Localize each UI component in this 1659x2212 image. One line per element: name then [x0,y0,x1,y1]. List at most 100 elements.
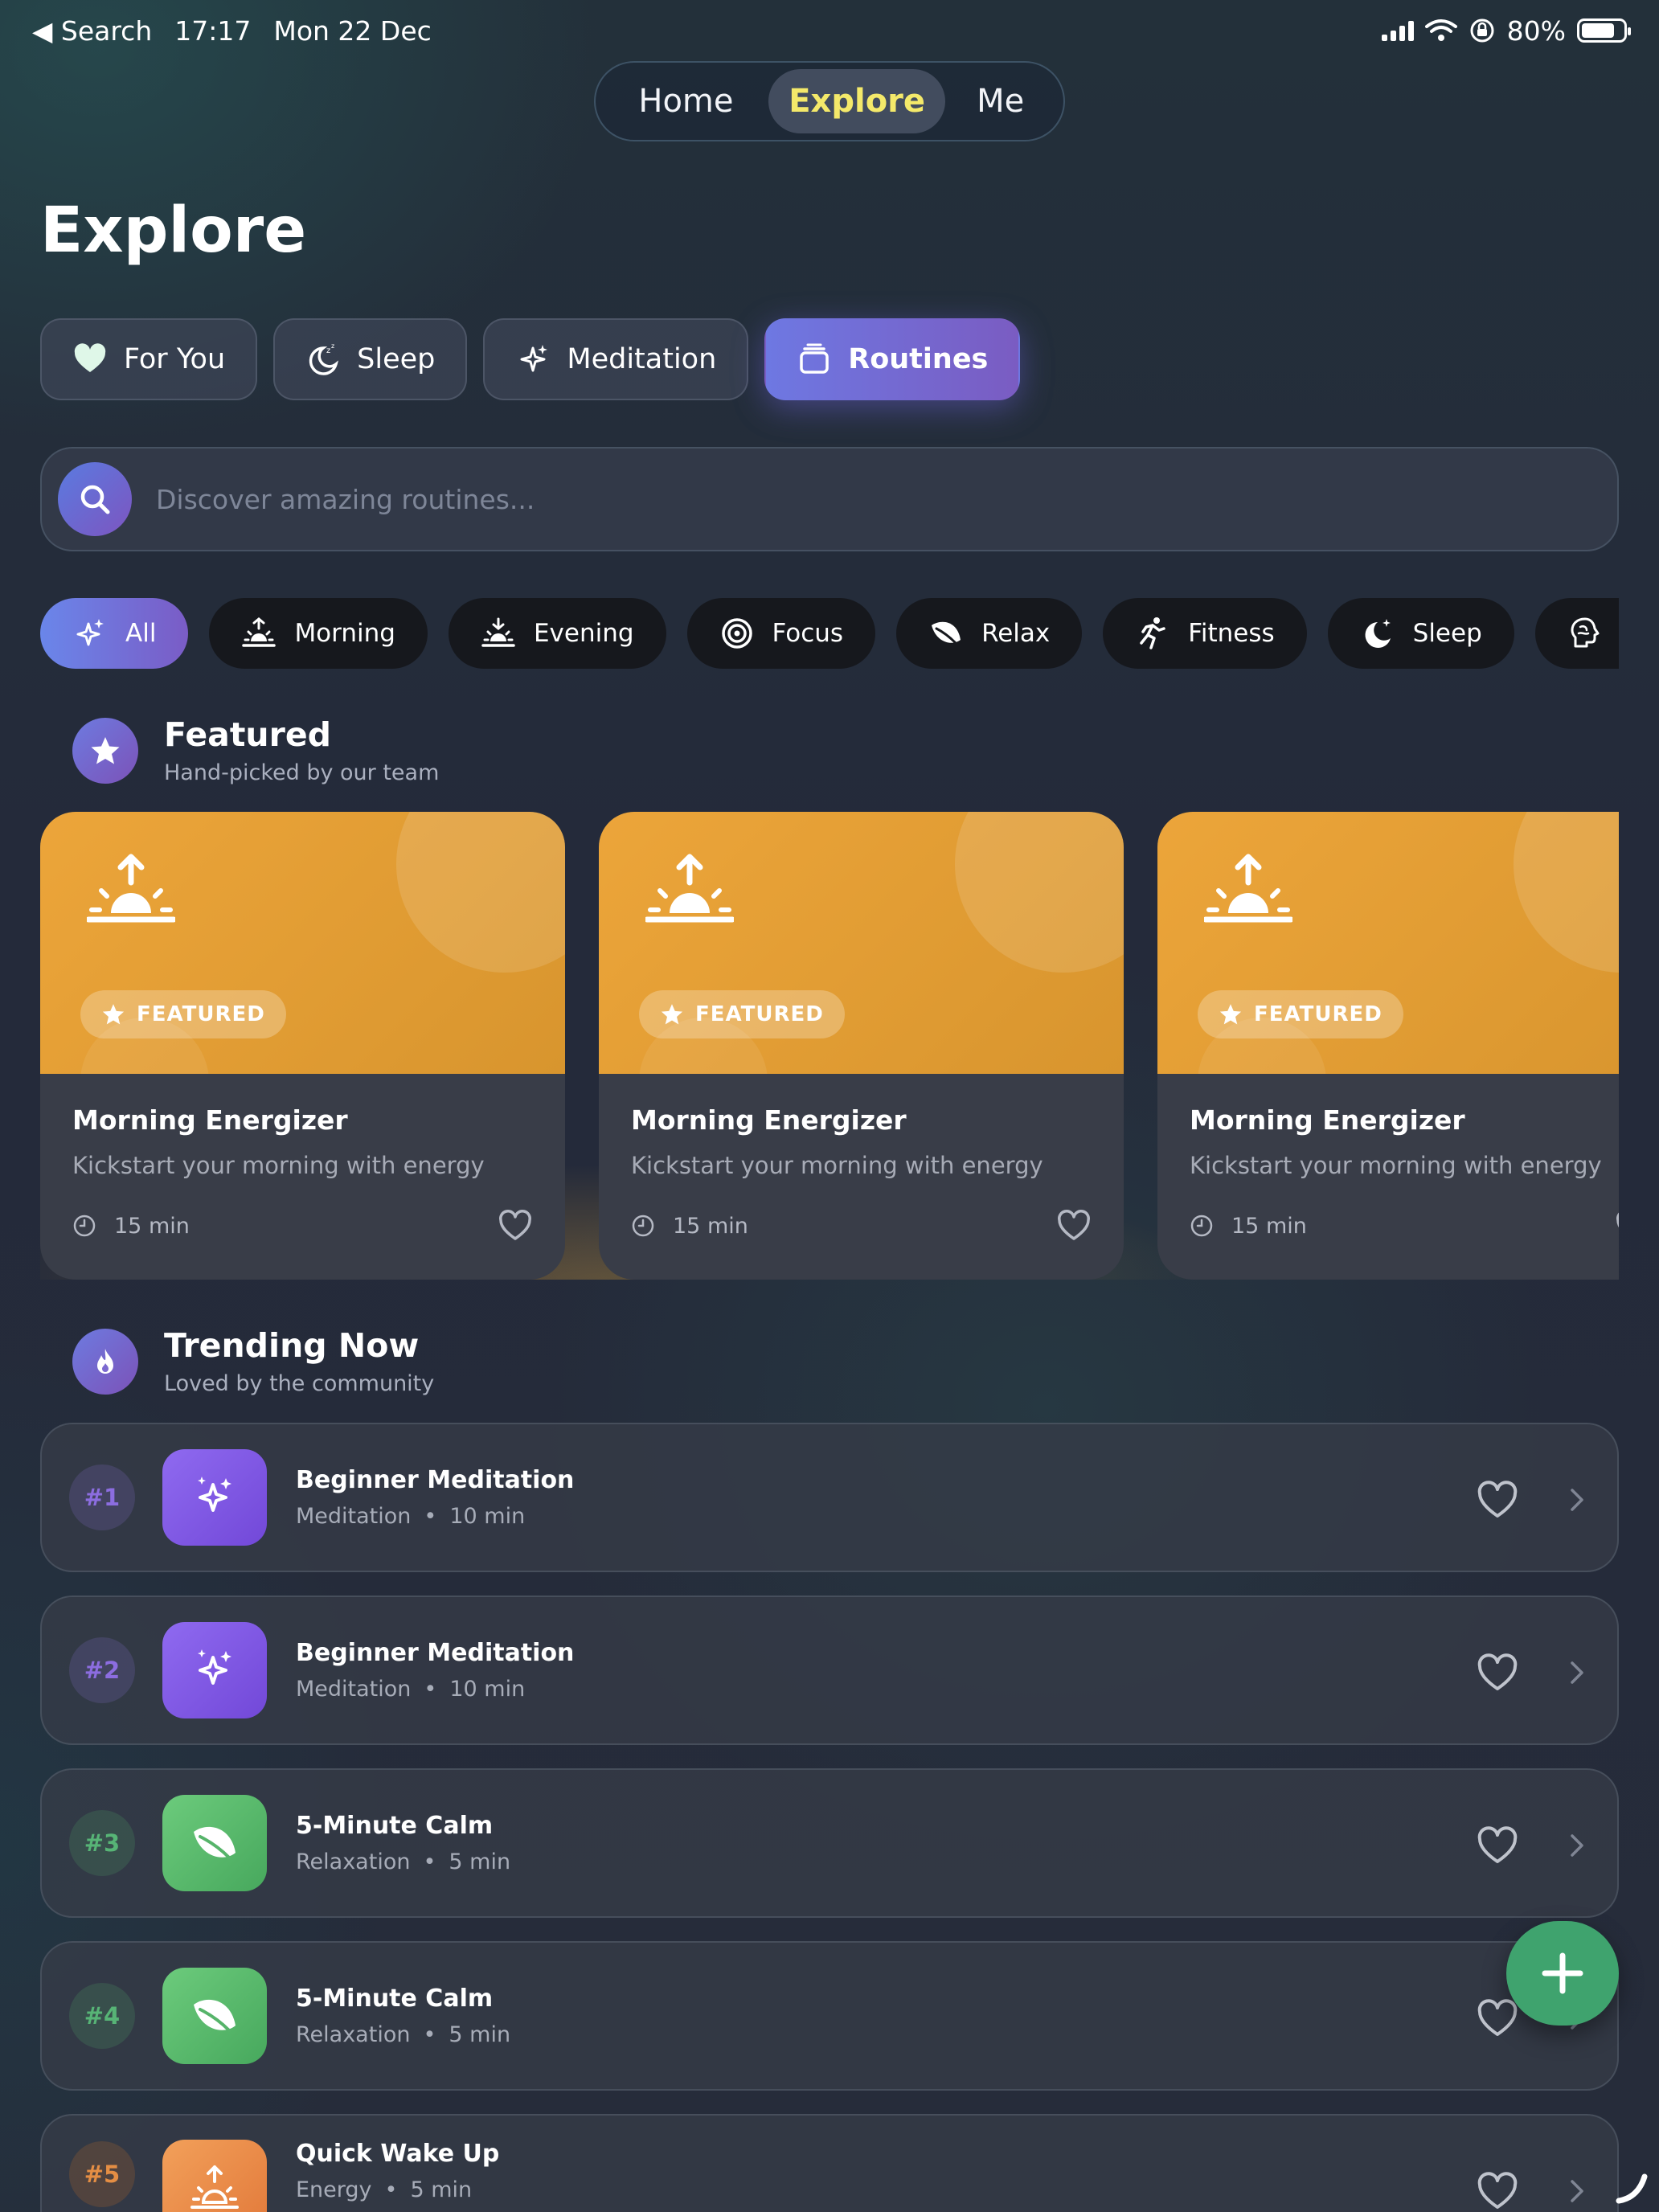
chevron-right-icon[interactable] [1567,1833,1587,1858]
trending-row[interactable]: #4 5-Minute Calm Relaxation • 5 min [40,1941,1619,2091]
battery-icon [1577,18,1631,43]
card-duration: 15 min [1231,1213,1307,1239]
tab-label: Routines [848,343,989,375]
chevron-right-icon[interactable] [1567,1487,1587,1513]
top-navigation: Home Explore Me [594,61,1065,141]
chip-sleep[interactable]: Sleep [1327,598,1514,669]
nav-me[interactable]: Me [945,69,1055,133]
add-routine-button[interactable] [1506,1921,1619,2026]
chevron-right-icon[interactable] [1567,2178,1587,2204]
clock-icon [1190,1215,1213,1237]
chip-all[interactable]: All [40,598,189,669]
brain-icon [1571,617,1600,648]
featured-card-banner: FEATURED [599,812,1124,1074]
sunrise-icon [645,854,734,923]
stack-icon [800,343,830,374]
featured-card[interactable]: FEATURED Morning Energizer Kickstart you… [599,812,1124,1280]
search-bar [40,447,1619,551]
trending-row[interactable]: #3 5-Minute Calm Relaxation • 5 min [40,1768,1619,1918]
trending-section-header: Trending Now Loved by the community [72,1326,434,1396]
chip-label: Fitness [1188,619,1275,648]
tab-for-you[interactable]: For You [40,318,258,400]
tab-meditation[interactable]: Meditation [483,318,749,400]
trending-row[interactable]: #2 Beginner Meditation Meditation • 10 min [40,1596,1619,1745]
svg-text:z: z [331,342,334,350]
section-subtitle: Hand-picked by our team [164,760,440,785]
chip-evening[interactable]: Evening [448,598,666,669]
running-icon [1140,617,1166,649]
chip-morning[interactable]: Morning [209,598,428,669]
sparkle-icon [520,345,548,372]
sunrise-icon [87,854,175,923]
sparkle-icon [162,1449,267,1546]
routine-name: Beginner Meditation [296,1466,575,1494]
leaf-icon [162,1968,267,2064]
routine-category: Meditation [296,1677,412,1702]
tab-routines[interactable]: Routines [764,318,1021,400]
featured-carousel[interactable]: FEATURED Morning Energizer Kickstart you… [40,812,1619,1280]
clock-icon [73,1215,96,1237]
heart-icon[interactable] [1476,1826,1519,1865]
featured-card[interactable]: FEATURED Morning Energizer Kickstart you… [1157,812,1619,1280]
category-tabs: For You zz Sleep Meditation Routines [40,318,1021,400]
star-icon [72,717,138,784]
heart-icon[interactable] [1476,1999,1519,2038]
heart-icon[interactable] [1615,1210,1619,1242]
leaf-icon [162,1795,267,1891]
badge-label: FEATURED [1254,1002,1382,1026]
nav-explore[interactable]: Explore [768,69,946,133]
routine-category: Meditation [296,1504,412,1529]
heart-icon[interactable] [1476,1653,1519,1692]
featured-card-banner: FEATURED [40,812,565,1074]
section-title: Trending Now [164,1326,420,1365]
clock-icon [632,1215,654,1237]
heart-icon[interactable] [1476,2172,1519,2210]
routine-duration: 5 min [410,2177,473,2202]
chip-label: All [125,619,157,648]
routine-duration: 5 min [449,1849,511,1874]
tab-sleep[interactable]: zz Sleep [273,318,468,400]
sunrise-icon [1204,854,1292,923]
star-icon [1219,1004,1242,1025]
chip-label: Sleep [1412,619,1482,648]
chip-focus[interactable]: Focus [686,598,876,669]
routine-duration: 5 min [449,2022,511,2047]
chip-label: Focus [772,619,844,648]
featured-card[interactable]: FEATURED Morning Energizer Kickstart you… [40,812,565,1280]
search-icon[interactable] [58,462,132,536]
target-icon [721,618,752,649]
routine-name: Quick Wake Up [296,2140,500,2168]
card-title: Morning Energizer [631,1104,907,1136]
heart-icon[interactable] [1056,1210,1092,1242]
featured-section-header: Featured Hand-picked by our team [72,715,439,785]
wifi-icon [1424,19,1457,41]
chip-fitness[interactable]: Fitness [1103,598,1307,669]
heart-icon[interactable] [1476,1481,1519,1519]
star-icon [102,1004,125,1025]
battery-percent: 80% [1506,14,1566,47]
back-to-search-link[interactable]: ◀ Search [32,15,152,47]
tab-label: Sleep [357,343,436,375]
card-description: Kickstart your morning with energy [72,1152,485,1179]
status-time: 17:17 [174,14,252,47]
flame-icon [72,1328,138,1395]
chip-me[interactable]: Me [1534,598,1619,669]
rotation-lock-icon [1470,18,1494,43]
trending-row[interactable]: #1 Beginner Meditation Meditation • 10 min [40,1423,1619,1572]
status-date: Mon 22 Dec [273,14,432,47]
search-input[interactable] [156,483,1601,515]
chip-relax[interactable]: Relax [896,598,1083,669]
heart-icon[interactable] [498,1210,533,1242]
page-title: Explore [40,195,307,267]
rank-badge: #1 [69,1464,135,1530]
chevron-right-icon[interactable] [1567,1660,1587,1686]
routine-category: Relaxation [296,2022,411,2047]
chip-label: Evening [533,619,634,648]
rank-badge: #5 [69,2141,135,2207]
sunrise-icon [162,2140,267,2212]
badge-label: FEATURED [137,1002,265,1026]
rank-badge: #2 [69,1637,135,1703]
status-bar: ◀ Search 17:17 Mon 22 Dec 80% [32,11,1631,50]
nav-home[interactable]: Home [604,69,768,133]
trending-row[interactable]: #5 Quick Wake Up Energy • 5 min [40,2114,1619,2212]
